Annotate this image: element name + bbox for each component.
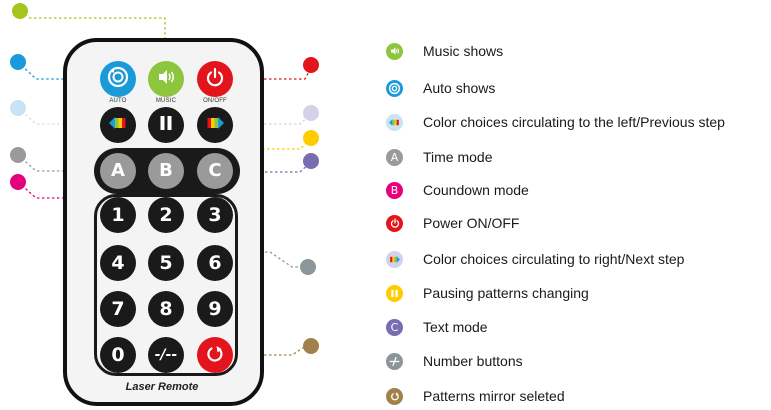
number-button-1[interactable]: 1 [100, 197, 136, 233]
color-left-icon [106, 111, 130, 139]
pause-icon [154, 111, 178, 139]
callout-dot-color-left [10, 100, 26, 116]
auto-caption: AUTO [109, 98, 127, 104]
legend-label: Power ON/OFF [423, 215, 520, 231]
legend-label: Coundown mode [423, 182, 529, 198]
auto-shows-icon [386, 79, 403, 97]
mirror-icon [203, 341, 227, 369]
music-button[interactable] [148, 61, 184, 97]
legend-item-number: Number buttons [386, 351, 523, 371]
callout-dot-music [12, 3, 28, 19]
auto-shows-icon [106, 65, 130, 93]
legend-label: Music shows [423, 43, 504, 59]
number-button-5[interactable]: 5 [148, 245, 184, 281]
power-caption: ON/OFF [203, 98, 227, 104]
callout-dot-color-right [303, 105, 319, 121]
legend-item-color-left: Color choices circulating to the left/Pr… [386, 112, 725, 132]
legend-item-text: C Text mode [386, 317, 488, 337]
legend-item-color-right: Color choices circulating to right/Next … [386, 249, 684, 269]
legend-item-pause: Pausing patterns changing [386, 283, 589, 303]
legend-label: Patterns mirror seleted [423, 388, 565, 404]
pause-icon [386, 284, 403, 302]
callout-dot-pause [303, 130, 319, 146]
legend-item-music: Music shows [386, 41, 503, 61]
callout-dot-number [300, 259, 316, 275]
legend-label: Color choices circulating to the left/Pr… [423, 114, 725, 130]
legend-label: Color choices circulating to right/Next … [423, 251, 685, 267]
number-buttons-icon [386, 352, 403, 370]
remote-brand-label: Laser Remote [125, 381, 199, 393]
number-separator-icon: -/-- [154, 347, 178, 363]
callout-dot-countdown [10, 174, 26, 190]
callout-dot-auto [10, 54, 26, 70]
legend-item-auto: Auto shows [386, 78, 495, 98]
legend-label: Time mode [423, 149, 493, 165]
mode-button-b[interactable]: B [148, 153, 184, 189]
number-button-0[interactable]: 0 [100, 337, 136, 373]
music-shows-icon [154, 65, 178, 93]
legend-item-mirror: Patterns mirror seleted [386, 386, 565, 406]
remote-diagram: AUTO MUSIC ON/OFF A B C 1 2 3 4 5 6 7 8 [0, 0, 771, 410]
pause-button[interactable] [148, 107, 184, 143]
text-mode-icon: C [386, 318, 403, 336]
legend-item-countdown: B Coundown mode [386, 180, 529, 200]
color-left-button[interactable] [100, 107, 136, 143]
color-right-button[interactable] [197, 107, 233, 143]
auto-button[interactable] [100, 61, 136, 97]
number-button-4[interactable]: 4 [100, 245, 136, 281]
number-button-6[interactable]: 6 [197, 245, 233, 281]
time-mode-icon: A [386, 148, 403, 166]
callout-dot-time [10, 147, 26, 163]
power-icon [386, 214, 403, 232]
legend-label: Text mode [423, 319, 488, 335]
power-button[interactable] [197, 61, 233, 97]
power-icon [203, 65, 227, 93]
music-caption: MUSIC [155, 98, 177, 104]
color-right-icon [386, 250, 403, 268]
mirror-button[interactable] [197, 337, 233, 373]
legend-label: Auto shows [423, 80, 496, 96]
number-button-7[interactable]: 7 [100, 291, 136, 327]
mode-button-a[interactable]: A [100, 153, 136, 189]
mirror-icon [386, 387, 403, 405]
callout-dot-power [303, 57, 319, 73]
number-button-3[interactable]: 3 [197, 197, 233, 233]
countdown-mode-icon: B [386, 181, 403, 199]
color-right-icon [203, 111, 227, 139]
number-button-2[interactable]: 2 [148, 197, 184, 233]
callout-dot-text [303, 153, 319, 169]
number-button-8[interactable]: 8 [148, 291, 184, 327]
legend-label: Number buttons [423, 353, 523, 369]
music-shows-icon [386, 42, 403, 60]
number-separator-button[interactable]: -/-- [148, 337, 184, 373]
legend-item-time: A Time mode [386, 147, 493, 167]
callout-dot-mirror [303, 338, 319, 354]
mode-button-c[interactable]: C [197, 153, 233, 189]
legend-item-power: Power ON/OFF [386, 213, 519, 233]
number-button-9[interactable]: 9 [197, 291, 233, 327]
color-left-icon [386, 113, 403, 131]
legend-label: Pausing patterns changing [423, 285, 589, 301]
